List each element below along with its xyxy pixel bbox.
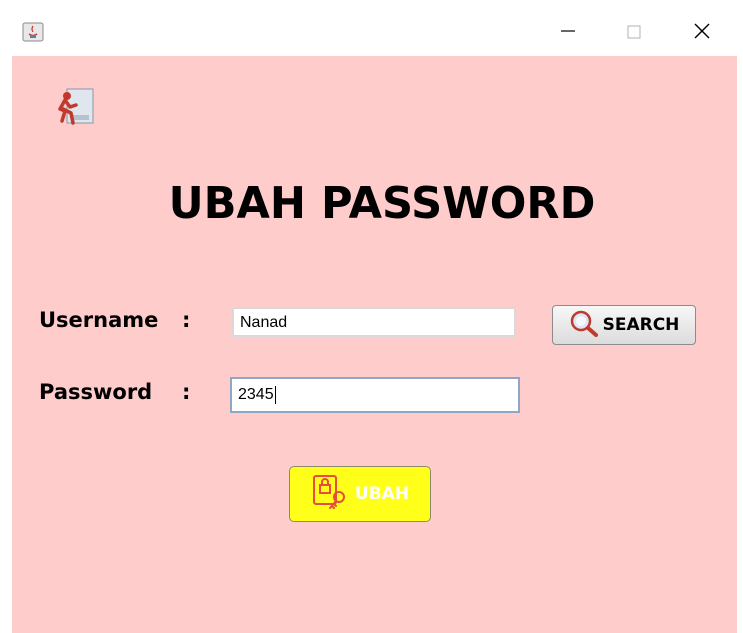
ubah-button[interactable]: UBAH: [289, 466, 431, 522]
page-title: UBAH PASSWORD: [168, 178, 596, 229]
maximize-button[interactable]: [614, 14, 654, 52]
title-bar: [0, 0, 743, 56]
username-colon: :: [182, 308, 191, 332]
text-caret: [274, 385, 276, 404]
magnifier-icon: [569, 309, 599, 341]
password-colon: :: [182, 380, 191, 404]
minimize-button[interactable]: [548, 14, 588, 52]
minimize-icon: [560, 23, 576, 43]
password-input[interactable]: 2345: [230, 377, 520, 413]
close-icon: [693, 22, 711, 44]
username-input[interactable]: Nanad: [232, 307, 516, 337]
username-value: Nanad: [240, 314, 288, 331]
close-button[interactable]: [682, 14, 722, 52]
search-button-label: SEARCH: [602, 315, 680, 335]
username-label: Username: [39, 308, 159, 332]
main-panel: UBAH PASSWORD Username : Nanad SEARCH Pa…: [12, 56, 737, 633]
maximize-icon: [627, 24, 641, 43]
java-app-icon: [22, 22, 44, 42]
password-label: Password: [39, 380, 153, 404]
exit-door-icon[interactable]: [53, 87, 95, 127]
lock-key-icon: [311, 473, 349, 515]
search-button[interactable]: SEARCH: [552, 305, 696, 345]
ubah-button-label: UBAH: [354, 484, 410, 504]
password-value: 2345: [238, 386, 274, 403]
